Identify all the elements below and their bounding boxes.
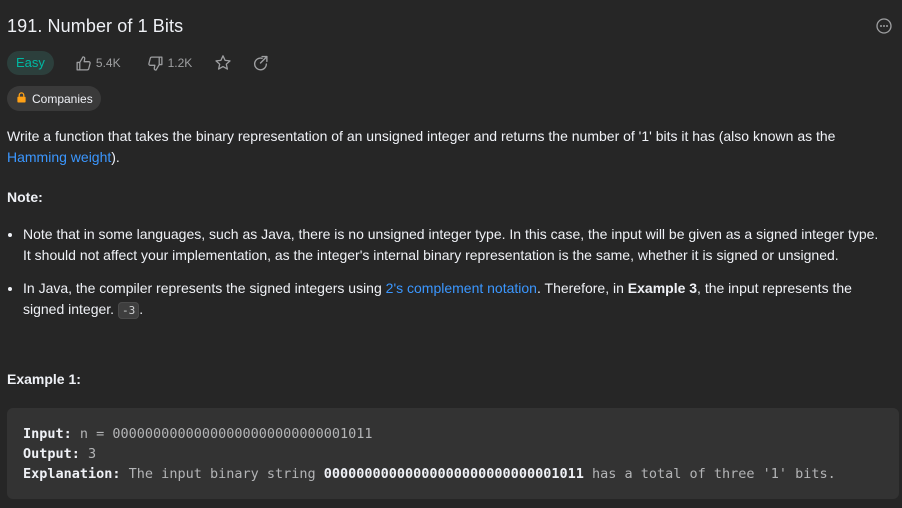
explanation-end: has a total of three '1' bits.	[583, 466, 836, 482]
problem-meta-row: Easy 5.4K 1.2K	[7, 51, 269, 75]
like-button[interactable]: 5.4K	[75, 55, 121, 72]
note-text-mid: . Therefore, in	[536, 280, 628, 296]
thumbs-down-icon	[147, 55, 164, 72]
input-value: n = 00000000000000000000000000001011	[71, 426, 373, 442]
note-text-start: In Java, the compiler represents the sig…	[23, 280, 386, 296]
note-item: In Java, the compiler represents the sig…	[23, 278, 884, 321]
note-text: Note that in some languages, such as Jav…	[23, 226, 879, 263]
output-value: 3	[79, 446, 97, 462]
share-icon[interactable]	[252, 55, 269, 72]
star-icon[interactable]	[214, 54, 232, 72]
input-label: Input:	[23, 426, 72, 442]
explanation-label: Explanation:	[23, 466, 121, 482]
explanation-start: The input binary string	[120, 466, 324, 482]
thumbs-up-icon	[75, 55, 92, 72]
problem-description: Write a function that takes the binary r…	[7, 126, 884, 333]
title-row: 191. Number of 1 Bits	[7, 13, 892, 39]
note-heading: Note:	[7, 189, 43, 205]
example-1-heading: Example 1:	[7, 371, 81, 387]
example-1-block: Input: n = 00000000000000000000000000001…	[7, 408, 899, 499]
notes-list: Note that in some languages, such as Jav…	[7, 224, 884, 321]
output-label: Output:	[23, 446, 80, 462]
problem-title[interactable]: 191. Number of 1 Bits	[7, 16, 183, 37]
dislike-count: 1.2K	[167, 56, 193, 70]
note-item: Note that in some languages, such as Jav…	[23, 224, 884, 266]
companies-label: Companies	[32, 91, 93, 106]
intro-text: Write a function that takes the binary r…	[7, 128, 836, 144]
more-options-icon[interactable]	[876, 18, 892, 34]
explanation-binary: 00000000000000000000000000001011	[323, 466, 584, 482]
example-3-reference: Example 3	[627, 280, 698, 296]
twos-complement-link[interactable]: 2's complement notation	[386, 280, 537, 296]
companies-tag[interactable]: Companies	[7, 86, 101, 111]
intro-paragraph: Write a function that takes the binary r…	[7, 126, 884, 168]
inline-code: -3	[117, 302, 140, 319]
intro-end: ).	[111, 149, 120, 165]
like-count: 5.4K	[95, 56, 121, 70]
problem-description-panel: 191. Number of 1 Bits Easy 5.4K 1.2K Com…	[0, 0, 902, 508]
difficulty-badge: Easy	[7, 51, 54, 75]
dislike-button[interactable]: 1.2K	[147, 55, 193, 72]
hamming-weight-link[interactable]: Hamming weight	[7, 149, 111, 165]
note-text-tail: .	[139, 301, 144, 317]
lock-icon	[16, 91, 27, 106]
